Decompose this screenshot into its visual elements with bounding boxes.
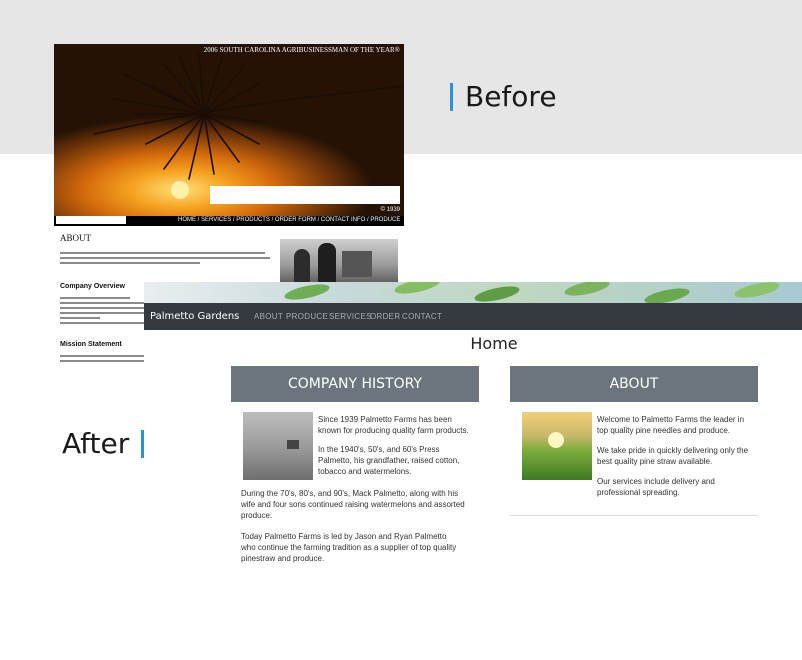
company-history-card: COMPANY HISTORY Since 1939 Palmetto Farm…	[231, 366, 479, 563]
accent-bar	[450, 83, 453, 111]
about-divider	[510, 515, 758, 516]
about-paragraph-2: We take pride in quickly delivering only…	[597, 446, 749, 466]
before-company-text-lines	[60, 297, 150, 327]
before-label: Before	[450, 80, 557, 113]
after-screenshot: Palmetto Gardens ABOUT PRODUCE SERVICES …	[144, 282, 802, 597]
history-paragraph-4: Today Palmetto Farms is led by Jason and…	[241, 532, 457, 563]
about-paragraph-3: Our services include delivery and profes…	[597, 477, 715, 497]
before-label-text: Before	[465, 80, 557, 113]
before-company-heading: Company Overview	[60, 283, 125, 290]
nav-about[interactable]: ABOUT	[254, 312, 283, 321]
leaf-banner	[144, 282, 802, 303]
before-mission-heading: Mission Statement	[60, 341, 122, 348]
nav-services[interactable]: SERVICES	[329, 312, 372, 321]
hero-white-box	[210, 186, 400, 204]
about-paragraph-1: Welcome to Palmetto Farms the leader in …	[597, 415, 745, 435]
before-about-text-lines	[60, 252, 270, 267]
farm-photo	[243, 412, 313, 480]
after-label-text: After	[62, 427, 130, 460]
before-navbar-blank	[56, 216, 126, 224]
brand-logo[interactable]: Palmetto Gardens	[150, 311, 239, 322]
about-heading: ABOUT	[510, 366, 758, 402]
history-paragraph-3: During the 70's, 80's, and 90's, Mack Pa…	[241, 489, 465, 520]
after-label: After	[62, 427, 145, 460]
before-nav-links[interactable]: HOME / SERVICES / PRODUCTS / ORDER FORM …	[178, 217, 400, 223]
page-title: Home	[470, 334, 518, 353]
history-paragraph-2: In the 1940's, 50's, and 60's Press Palm…	[318, 445, 460, 476]
before-hero-image: 2006 SOUTH CAROLINA AGRIBUSINESSMAN OF T…	[54, 44, 404, 226]
before-mission-text-lines	[60, 355, 150, 365]
field-sunrise-photo	[522, 412, 592, 480]
nav-produce[interactable]: PRODUCE	[286, 312, 328, 321]
nav-order[interactable]: ORDER	[370, 312, 400, 321]
company-history-heading: COMPANY HISTORY	[231, 366, 479, 402]
after-navbar: Palmetto Gardens ABOUT PRODUCE SERVICES …	[144, 303, 802, 330]
before-family-photo	[280, 239, 398, 283]
award-tagline: 2006 SOUTH CAROLINA AGRIBUSINESSMAN OF T…	[203, 46, 400, 54]
copyright-text: © 1939	[380, 207, 400, 213]
before-about-heading: ABOUT	[60, 233, 91, 243]
nav-contact[interactable]: CONTACT	[402, 312, 442, 321]
about-card: ABOUT Welcome to Palmetto Farms the lead…	[510, 366, 758, 516]
history-paragraph-1: Since 1939 Palmetto Farms has been known…	[318, 415, 469, 435]
